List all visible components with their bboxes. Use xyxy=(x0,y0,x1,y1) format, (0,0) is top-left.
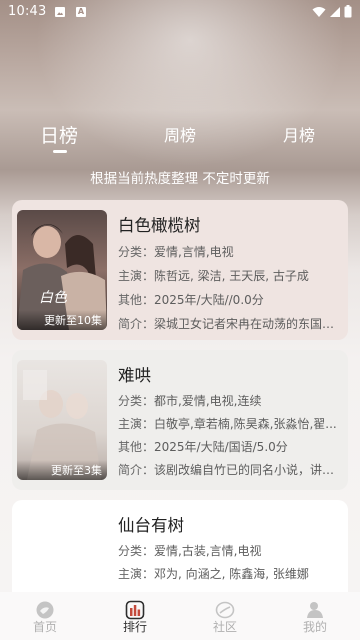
episode-badge: 更新至3集 xyxy=(17,460,107,480)
a-notification-icon: A xyxy=(76,7,86,17)
genre-row: 分类：都市,爱情,电视,连续 xyxy=(118,394,262,408)
genre-row: 分类：爱情,古装,言情,电视 xyxy=(118,544,262,558)
svg-text:白色: 白色 xyxy=(39,290,68,306)
nav-home[interactable]: 首页 xyxy=(0,592,90,640)
bottom-nav: 首页 排行 社区 我的 xyxy=(0,592,360,640)
status-bar: 10:43 A xyxy=(0,0,360,24)
ranking-icon xyxy=(125,600,145,620)
drama-title: 仙台有树 xyxy=(118,516,184,535)
ranking-card[interactable]: 白色 更新至10集 白色橄榄树 分类：爱情,言情,电视 主演：陈哲远, 梁洁, … xyxy=(12,200,348,340)
drama-title: 难哄 xyxy=(118,366,151,385)
status-right-icons xyxy=(312,5,352,18)
signal-icon xyxy=(330,6,340,17)
tab-monthly[interactable]: 月榜 xyxy=(283,122,315,146)
tab-daily[interactable]: 日榜 xyxy=(40,121,78,148)
poster-image: 更新至3集 xyxy=(17,360,107,480)
wifi-icon xyxy=(312,6,326,17)
episode-badge: 更新至10集 xyxy=(17,310,107,330)
active-tab-indicator xyxy=(53,150,67,153)
genre-row: 分类：爱情,言情,电视 xyxy=(118,245,234,259)
nav-ranking[interactable]: 排行 xyxy=(90,592,180,640)
card-info: 仙台有树 分类：爱情,古装,言情,电视 主演：邓为, 向涵之, 陈鑫海, 张维娜 xyxy=(118,512,344,582)
cast-row: 主演：陈哲远, 梁洁, 王天辰, 古子成 xyxy=(118,269,309,283)
tab-weekly[interactable]: 周榜 xyxy=(164,122,196,146)
cast-row: 主演：邓为, 向涵之, 陈鑫海, 张维娜 xyxy=(118,567,309,581)
nav-label: 社区 xyxy=(212,620,237,634)
community-icon xyxy=(215,601,235,619)
other-row: 其他：2025年/大陆//0.0分 xyxy=(118,293,264,307)
home-icon xyxy=(36,601,54,619)
battery-icon xyxy=(344,5,352,18)
nav-community[interactable]: 社区 xyxy=(180,592,270,640)
status-time: 10:43 xyxy=(8,4,47,19)
drama-title: 白色橄榄树 xyxy=(118,216,201,235)
ranking-card[interactable]: 更新至3集 难哄 分类：都市,爱情,电视,连续 主演：白敬亭,章若楠,陈昊森,张… xyxy=(12,350,348,490)
image-notification-icon xyxy=(55,7,65,17)
other-row: 其他：2025年/大陆/国语/5.0分 xyxy=(118,440,288,454)
nav-profile[interactable]: 我的 xyxy=(270,592,360,640)
profile-icon xyxy=(307,602,323,618)
cast-row: 主演：白敬亭,章若楠,陈昊森,张淼怡,翟... xyxy=(118,417,337,431)
nav-label: 我的 xyxy=(302,620,327,634)
summary-row: 简介：梁城卫女记者宋冉在动荡的东国执... xyxy=(118,317,344,331)
summary-row: 简介：该剧改编自竹已的同名小说，讲述... xyxy=(118,463,344,477)
card-info: 白色橄榄树 分类：爱情,言情,电视 主演：陈哲远, 梁洁, 王天辰, 古子成 其… xyxy=(118,212,344,332)
ranking-subtitle: 根据当前热度整理 不定时更新 xyxy=(90,171,270,187)
nav-label: 首页 xyxy=(32,620,57,634)
card-info: 难哄 分类：都市,爱情,电视,连续 主演：白敬亭,章若楠,陈昊森,张淼怡,翟..… xyxy=(118,362,344,478)
nav-label: 排行 xyxy=(122,620,147,634)
poster-image: 白色 更新至10集 xyxy=(17,210,107,330)
